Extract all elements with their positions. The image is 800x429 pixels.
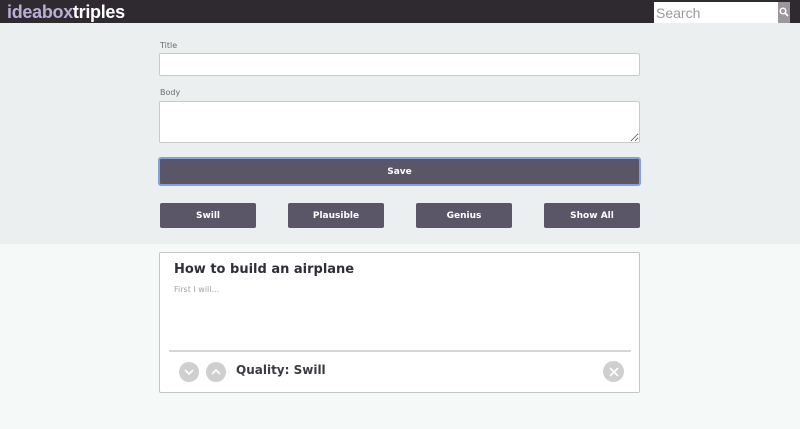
search-box xyxy=(654,2,790,23)
filter-swill-button[interactable]: Swill xyxy=(160,203,256,228)
body-label: Body xyxy=(160,88,181,97)
close-icon xyxy=(608,366,619,377)
search-button[interactable] xyxy=(778,2,790,23)
downvote-button[interactable] xyxy=(179,362,199,382)
logo-part-ideabox: ideabox xyxy=(7,2,73,22)
idea-body[interactable]: First I will... xyxy=(174,285,219,294)
filter-plausible-button[interactable]: Plausible xyxy=(288,203,384,228)
save-button[interactable]: Save xyxy=(158,157,641,186)
chevron-down-icon xyxy=(184,369,194,376)
title-label: Title xyxy=(160,41,178,50)
idea-card: How to build an airplane First I will...… xyxy=(159,252,640,393)
header-bar: ideaboxtriples xyxy=(0,0,800,23)
delete-button[interactable] xyxy=(603,361,624,382)
filter-genius-button[interactable]: Genius xyxy=(416,203,512,228)
logo: ideaboxtriples xyxy=(7,2,125,22)
search-icon xyxy=(779,7,789,17)
quality-label: Quality: Swill xyxy=(236,363,326,377)
body-textarea[interactable] xyxy=(159,101,640,143)
show-all-button[interactable]: Show All xyxy=(544,203,640,228)
chevron-up-icon xyxy=(211,368,221,375)
idea-title[interactable]: How to build an airplane xyxy=(174,262,354,277)
card-divider xyxy=(169,350,631,352)
search-input[interactable] xyxy=(654,2,778,23)
logo-part-triples: triples xyxy=(72,2,125,22)
upvote-button[interactable] xyxy=(206,362,226,382)
title-input[interactable] xyxy=(159,53,640,76)
